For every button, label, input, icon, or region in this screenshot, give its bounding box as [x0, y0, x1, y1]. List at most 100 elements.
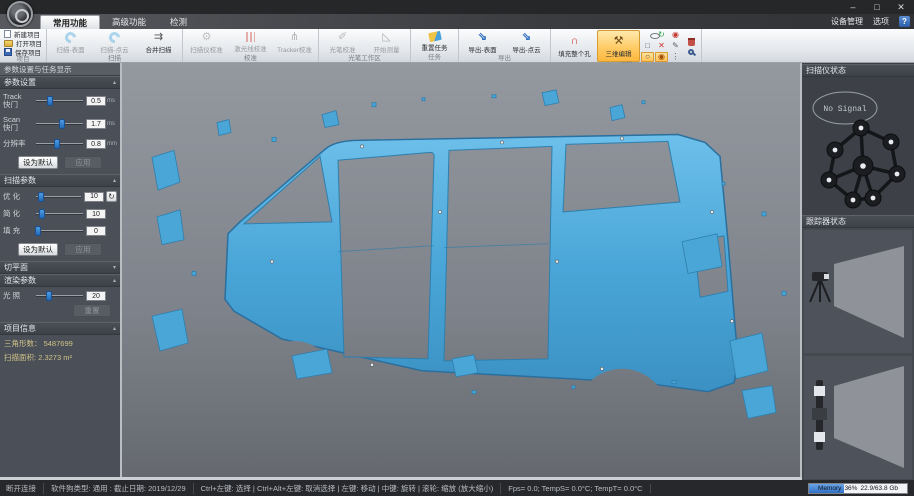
slider-thumb[interactable] [47, 96, 53, 106]
render-params-body: 光 照 重置 [0, 287, 120, 322]
reset-task-button[interactable]: 重置任务 [413, 30, 456, 54]
edit-3d-button[interactable]: ⚒ 三维编辑 [597, 30, 640, 62]
optimize-value-input[interactable] [84, 192, 104, 202]
export-surface-button[interactable]: ⇘ 导出-表面 [461, 30, 504, 55]
circle-select-icon[interactable]: ○ [641, 52, 654, 62]
export-pointcloud-button[interactable]: ⇘ 导出-点云 [505, 30, 548, 55]
ribbon-group-pen-workspace: ✐ 光笔校准 ◺ 开始测量 光笔工作区 [319, 29, 411, 62]
ribbon-group-task: 重置任务 任务 [411, 29, 459, 62]
parameter-panel-title: 参数设置与任务显示 [0, 63, 120, 76]
apply-button[interactable]: 应用 [64, 156, 102, 169]
optimize-slider[interactable] [36, 196, 81, 198]
param-settings-body: Track 快门 ms Scan 快门 [0, 89, 120, 174]
track-shutter-value-input[interactable] [86, 96, 106, 106]
group-label-task: 任务 [413, 54, 456, 62]
memory-text: Memory 36% 22.9/63.8 Gb [809, 484, 907, 493]
tab-common-functions[interactable]: 常用功能 [40, 15, 100, 29]
pen-calibration-button[interactable]: ✐ 光笔校准 [321, 30, 364, 55]
slider-thumb[interactable] [59, 119, 65, 129]
visibility-eye-icon[interactable] [641, 30, 654, 40]
collapse-arrow-icon: ▾ [113, 262, 116, 274]
section-header-cut-plane[interactable]: 切平面 ▾ [0, 261, 120, 274]
save-project-button[interactable]: 保存项目 [2, 48, 44, 56]
set-default-button[interactable]: 设为默认 [18, 156, 58, 169]
simplify-slider[interactable] [36, 213, 83, 215]
fill-slider[interactable] [36, 230, 83, 232]
scanner-calibration-label: 扫描仪校准 [190, 44, 223, 54]
scan-shutter-slider[interactable] [36, 123, 83, 125]
delete-selection-icon[interactable]: ✕ [655, 41, 668, 51]
tracker-calibration-icon: ⋔ [290, 31, 299, 43]
new-project-button[interactable]: 新建项目 [2, 30, 44, 38]
slider-thumb[interactable] [38, 192, 44, 202]
ribbon-group-calibration: ⚙ 扫描仪校准 激光线校准 ⋔ Tracker校准 校准 [183, 29, 319, 62]
merge-scan-button[interactable]: ⇉ 合并扫描 [137, 30, 180, 55]
open-project-button[interactable]: 打开项目 [2, 39, 44, 47]
scanner-calibration-button[interactable]: ⚙ 扫描仪校准 [185, 30, 228, 55]
tracker-1-cell [804, 230, 912, 353]
scan-shutter-label: Scan 快门 [3, 116, 33, 132]
edit-3d-icon: ⚒ [614, 35, 624, 47]
slider-thumb[interactable] [46, 291, 52, 301]
dongle-info: 软件狗类型: 通用 : 截止日期: 2019/12/29 [51, 483, 194, 494]
tab-advanced-functions[interactable]: 高级功能 [100, 15, 158, 29]
edit-3d-label: 三维编辑 [606, 48, 632, 58]
scan-surface-button[interactable]: 扫描-表面 [49, 30, 92, 55]
device-management-menu[interactable]: 设备管理 [831, 16, 863, 27]
trash-icon[interactable] [688, 38, 695, 46]
simplify-value-input[interactable] [86, 209, 106, 219]
record-icon[interactable]: ◉ [669, 30, 682, 40]
project-info-label: 项目信息 [4, 323, 36, 335]
fill-hole-label: 填充整个孔 [558, 48, 591, 58]
app-logo-icon[interactable] [7, 1, 33, 27]
render-params-label: 渲染参数 [4, 275, 36, 287]
scanner-device-image: No Signal [805, 80, 913, 210]
section-header-project-info[interactable]: 项目信息 ▴ [0, 322, 120, 335]
open-project-icon [4, 40, 13, 47]
start-measure-button[interactable]: ◺ 开始测量 [365, 30, 408, 55]
rect-select-icon[interactable]: □ [641, 41, 654, 51]
fill-value-input[interactable] [86, 226, 106, 236]
section-header-scanner-status[interactable]: 扫描仪状态 [802, 64, 914, 77]
edit-pencil-icon[interactable]: ✎ [669, 41, 682, 51]
param-settings-label: 参数设置 [4, 77, 36, 89]
tracker-calibration-button[interactable]: ⋔ Tracker校准 [273, 30, 316, 55]
review-search-icon[interactable] [688, 49, 694, 55]
parameter-panel: 参数设置与任务显示 参数设置 ▴ Track 快门 ms [0, 63, 122, 477]
device-status-panel: 扫描仪和跟踪器状态显示 扫描仪状态 No Signal [800, 63, 914, 477]
slider-thumb[interactable] [54, 139, 60, 149]
scan-shutter-value-input[interactable] [86, 119, 106, 129]
maximize-button[interactable]: □ [866, 1, 888, 13]
reset-button[interactable]: 重置 [73, 304, 111, 317]
fill-hole-button[interactable]: ∩ 填充整个孔 [553, 30, 596, 62]
merge-scan-icon: ⇉ [154, 31, 163, 43]
slider-thumb[interactable] [35, 226, 41, 236]
connection-status: 断开连接 [6, 483, 44, 494]
options-menu[interactable]: 选项 [873, 16, 889, 27]
lighting-value-input[interactable] [86, 291, 106, 301]
set-default-button[interactable]: 设为默认 [18, 243, 58, 256]
section-header-tracker-status[interactable]: 跟踪器状态 [802, 215, 914, 228]
tab-inspection[interactable]: 检测 [158, 15, 199, 29]
more-options-icon[interactable]: ⋮ [669, 52, 682, 62]
laser-calibration-button[interactable]: 激光线校准 [229, 30, 272, 55]
slider-thumb[interactable] [39, 209, 45, 219]
section-header-param-settings[interactable]: 参数设置 ▴ [0, 76, 120, 89]
dot-select-icon[interactable]: ◉ [655, 52, 668, 62]
laser-calibration-icon [246, 32, 255, 42]
optimize-refresh-icon[interactable]: ↻ [106, 191, 117, 202]
minimize-button[interactable]: – [842, 1, 864, 13]
resolution-slider[interactable] [36, 143, 83, 145]
scanner-calibration-icon: ⚙ [202, 31, 212, 43]
scan-pointcloud-button[interactable]: 扫描-点云 [93, 30, 136, 55]
ribbon: 新建项目 打开项目 保存项目 项目 扫描-表面 [0, 29, 914, 63]
help-icon[interactable]: ? [899, 16, 910, 27]
lighting-slider[interactable] [36, 295, 83, 297]
section-header-render-params[interactable]: 渲染参数 ▴ [0, 274, 120, 287]
apply-button[interactable]: 应用 [64, 243, 102, 256]
resolution-value-input[interactable] [86, 139, 106, 149]
3d-viewport[interactable] [122, 63, 800, 477]
section-header-scan-params[interactable]: 扫描参数 ▴ [0, 174, 120, 187]
close-button[interactable]: ✕ [890, 1, 912, 13]
track-shutter-slider[interactable] [36, 100, 83, 102]
